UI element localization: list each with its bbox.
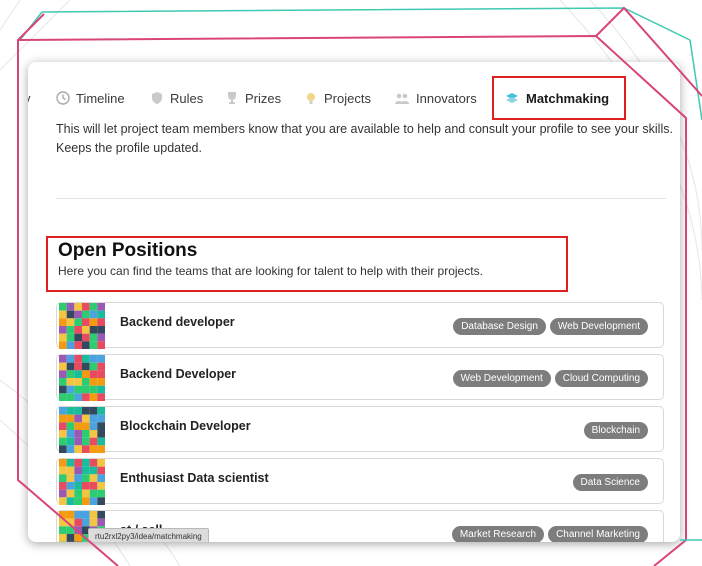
- browser-window: v Timeline Rules Prizes Projects: [28, 62, 680, 542]
- tab-innovators[interactable]: Innovators: [394, 88, 477, 108]
- skill-tag[interactable]: Web Development: [549, 318, 648, 335]
- team-avatar: [59, 459, 105, 505]
- position-row[interactable]: Enthusiast Data scientist Data Science: [56, 458, 664, 505]
- matchmaking-highlight: [492, 76, 626, 120]
- team-avatar: [59, 303, 105, 349]
- position-row[interactable]: Backend Developer Web Development Cloud …: [56, 354, 664, 401]
- skill-tags: Web Development Cloud Computing: [452, 370, 648, 387]
- tab-timeline[interactable]: Timeline: [56, 88, 125, 108]
- trophy-icon: [225, 91, 239, 105]
- people-icon: [394, 91, 410, 105]
- divider: [56, 198, 666, 199]
- position-row[interactable]: Blockchain Developer Blockchain: [56, 406, 664, 453]
- position-title: Backend developer: [120, 315, 235, 329]
- clock-icon: [56, 91, 70, 105]
- position-title: Enthusiast Data scientist: [120, 471, 269, 485]
- team-avatar: [59, 355, 105, 401]
- tab-rules[interactable]: Rules: [150, 88, 203, 108]
- skill-tag[interactable]: Market Research: [451, 526, 545, 542]
- skill-tag[interactable]: Data Science: [572, 474, 648, 491]
- shield-icon: [150, 91, 164, 105]
- tab-prizes[interactable]: Prizes: [225, 88, 281, 108]
- skill-tag[interactable]: Channel Marketing: [548, 526, 648, 542]
- position-title: Backend Developer: [120, 367, 237, 381]
- skill-tag[interactable]: Blockchain: [583, 422, 648, 439]
- skill-tags: Market Research Channel Marketing: [451, 526, 648, 542]
- open-positions-title: Open Positions: [58, 240, 198, 261]
- skill-tags: Database Design Web Development: [453, 318, 648, 335]
- team-avatar: [59, 407, 105, 453]
- status-url-tooltip: rtu2rxl2py3/idea/matchmaking: [88, 528, 209, 542]
- skill-tag[interactable]: Database Design: [453, 318, 546, 335]
- bulb-icon: [304, 91, 318, 105]
- tab-projects[interactable]: Projects: [304, 88, 371, 108]
- nav-cut-item[interactable]: v: [28, 88, 31, 108]
- availability-description: This will let project team members know …: [56, 122, 673, 155]
- position-title: Blockchain Developer: [120, 419, 251, 433]
- skill-tag[interactable]: Web Development: [452, 370, 551, 387]
- position-row[interactable]: Backend developer Database Design Web De…: [56, 302, 664, 349]
- skill-tags: Data Science: [572, 474, 648, 491]
- skill-tags: Blockchain: [583, 422, 648, 439]
- skill-tag[interactable]: Cloud Computing: [554, 370, 648, 387]
- open-positions-subtitle: Here you can find the teams that are loo…: [58, 264, 483, 278]
